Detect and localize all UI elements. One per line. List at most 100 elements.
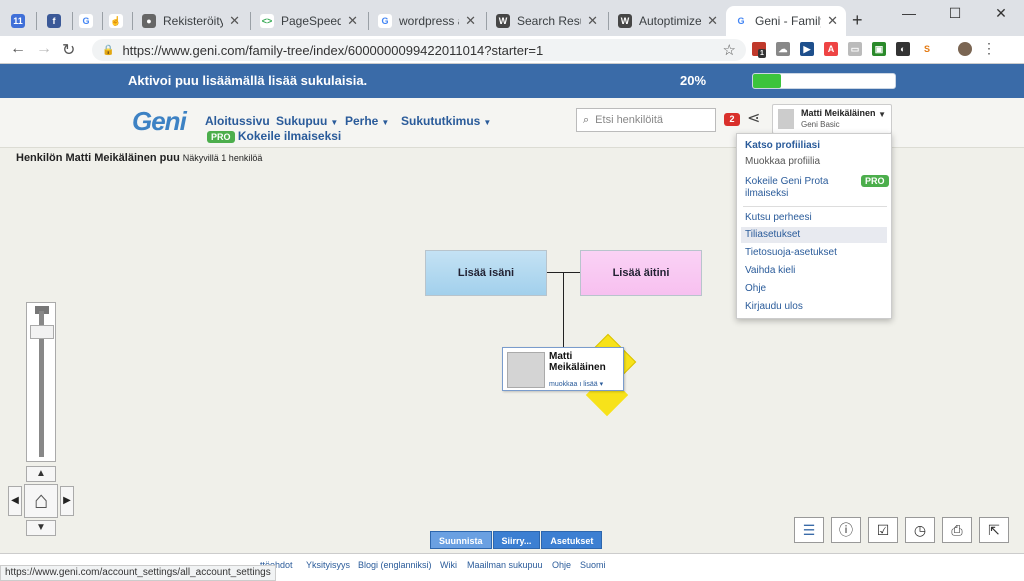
person-card[interactable]: Matti Meikäläinen muokkaa ı lisää ▾ — [502, 347, 624, 391]
reload-icon[interactable]: ↻ — [62, 40, 75, 60]
pro-badge: PRO — [207, 131, 235, 143]
footer-help-link[interactable]: Ohje — [552, 560, 571, 570]
menu-item-help[interactable]: Ohje — [745, 283, 766, 294]
tab-google[interactable]: G — [72, 6, 100, 36]
footer-language-link[interactable]: Suomi — [580, 560, 606, 570]
minimize-icon[interactable]: — — [886, 0, 932, 30]
menu-item-logout[interactable]: Kirjaudu ulos — [745, 301, 803, 312]
user-menu-button[interactable]: Matti Meikäläinen Geni Basic ▼ — [772, 104, 892, 134]
pan-right-button[interactable]: ▶ — [60, 486, 74, 516]
view-profile-link[interactable]: Katso profiiliasi — [745, 140, 820, 151]
share-icon[interactable]: ⋖ — [747, 108, 760, 128]
info-icon[interactable]: ⓘ — [831, 517, 861, 543]
wordpress-icon: W — [618, 14, 632, 28]
zoom-slider[interactable] — [26, 302, 56, 462]
add-father-button[interactable]: Lisää isäni — [425, 250, 547, 296]
pro-badge: PRO — [861, 175, 889, 187]
tree-title: Henkilön Matti Meikäläinen puu — [16, 152, 180, 164]
url-field[interactable]: 🔒 https://www.geni.com/family-tree/index… — [92, 39, 746, 61]
pan-left-button[interactable]: ◀ — [8, 486, 22, 516]
close-icon[interactable]: ✕ — [347, 13, 358, 29]
close-icon[interactable]: ✕ — [707, 13, 718, 29]
sheet-icon[interactable]: ▣ — [872, 41, 886, 56]
close-icon[interactable]: ✕ — [465, 13, 476, 29]
history-icon[interactable]: ◷ — [905, 517, 935, 543]
tab-asetukset[interactable]: Asetukset — [541, 531, 603, 549]
tree-view-icon[interactable]: ☰ — [794, 517, 824, 543]
tab-facebook[interactable]: f — [40, 6, 68, 36]
tab-search-results[interactable]: W Search Results ✕ — [488, 6, 606, 36]
menu-item-privacy[interactable]: Tietosuoja-asetukset — [745, 247, 837, 258]
user-plan: Geni Basic — [801, 120, 840, 129]
menu-item-invite[interactable]: Kutsu perheesi — [745, 212, 812, 223]
eye-icon[interactable]: ◐ — [896, 41, 910, 56]
profile-avatar-icon[interactable] — [958, 41, 972, 56]
search-input[interactable]: ⌕ Etsi henkilöitä — [576, 108, 716, 132]
activation-text: Aktivoi puu lisäämällä lisää sukulaisia. — [128, 73, 368, 88]
zoom-handle[interactable] — [30, 325, 54, 339]
tab-rekisteroityminen[interactable]: ● Rekisteröitymin ✕ — [134, 6, 248, 36]
nav-perhe[interactable]: Perhe ▼ — [345, 114, 389, 128]
add-mother-button[interactable]: Lisää äitini — [580, 250, 702, 296]
tab-wordpress-add[interactable]: Gwordpress add ✕ — [370, 6, 484, 36]
close-icon[interactable]: ✕ — [229, 13, 240, 29]
person-last-name: Meikäläinen — [549, 362, 606, 373]
s-icon[interactable]: S — [920, 41, 934, 56]
menu-dots-icon[interactable]: ⋮ — [982, 40, 996, 57]
tree-heading: Henkilön Matti Meikäläinen puu Näkyvillä … — [16, 152, 262, 164]
tab-label: Rekisteröitymin — [163, 14, 224, 28]
try-free-label: Kokeile ilmaiseksi — [237, 129, 342, 143]
tab-hand[interactable]: ☝ — [102, 6, 130, 36]
google-icon: G — [734, 14, 748, 28]
footer-privacy-link[interactable]: Yksityisyys — [306, 560, 350, 570]
print-icon[interactable]: ⎙ — [942, 517, 972, 543]
tab-pagespeed[interactable]: <> PageSpeed Insi ✕ — [252, 6, 366, 36]
nav-label: Perhe — [345, 114, 379, 128]
bookmark-star-icon[interactable]: ☆ — [723, 41, 736, 59]
calendar-icon: 11 — [11, 14, 25, 28]
extensions: 1 ☁ ▶ A ▭ ▣ ◐ S ⋮ — [752, 40, 996, 58]
close-window-icon[interactable]: ✕ — [978, 0, 1024, 30]
menu-item-account-settings[interactable]: Tiliasetukset — [741, 227, 887, 243]
new-tab-button[interactable]: + — [852, 10, 863, 31]
footer-wiki-link[interactable]: Wiki — [440, 560, 457, 570]
try-pro-link[interactable]: Kokeile Geni Prota ilmaiseksi — [745, 176, 845, 200]
pan-up-button[interactable]: ▲ — [26, 466, 56, 482]
nav-sukupuu[interactable]: Sukupuu ▼ — [276, 114, 338, 128]
export-icon[interactable]: ⇱ — [979, 517, 1009, 543]
tab-suunnista[interactable]: Suunnista — [430, 531, 492, 549]
tab-siirry[interactable]: Siirry... — [492, 531, 541, 549]
cloud-icon[interactable]: ☁ — [776, 41, 790, 56]
menu-item-language[interactable]: Vaihda kieli — [745, 265, 795, 276]
window-icon[interactable]: ▭ — [848, 41, 862, 56]
maximize-icon[interactable]: ☐ — [932, 0, 978, 30]
tab-autoptimize[interactable]: W Autoptimize – V ✕ — [610, 6, 726, 36]
nav-aloitussivu[interactable]: Aloitussivu — [205, 114, 270, 128]
pan-down-button[interactable]: ▼ — [26, 520, 56, 536]
notification-badge[interactable]: 2 — [724, 113, 740, 126]
close-icon[interactable]: ✕ — [587, 13, 598, 29]
footer-world-tree-link[interactable]: Maailman sukupuu — [467, 560, 543, 570]
geni-logo[interactable]: Geni — [132, 106, 187, 137]
close-icon[interactable]: ✕ — [827, 13, 838, 29]
tab-calendar[interactable]: 11 — [4, 6, 32, 36]
browser-tab-bar: 11 f G ☝ ● Rekisteröitymin ✕ <> PageSpeed I… — [0, 0, 1024, 36]
footer-blog-link[interactable]: Blogi (englanniksi) — [358, 560, 432, 570]
play-icon[interactable]: ▶ — [800, 41, 814, 56]
tree-tools: ☰ ⓘ ☑ ◷ ⎙ ⇱ — [794, 517, 1009, 543]
chevron-down-icon: ▼ — [483, 118, 492, 127]
tab-geni[interactable]: G Geni - Family Tr ✕ — [726, 6, 846, 36]
pdf-icon[interactable]: A — [824, 41, 838, 56]
back-icon[interactable]: ← — [10, 40, 26, 58]
status-url: https://www.geni.com/account_settings/al… — [0, 565, 276, 581]
forward-icon[interactable]: → — [36, 40, 52, 58]
checklist-icon[interactable]: ☑ — [868, 517, 898, 543]
home-icon[interactable]: ⌂ — [24, 484, 58, 518]
url-text: https://www.geni.com/family-tree/index/6… — [122, 42, 544, 58]
person-actions-link[interactable]: muokkaa ı lisää ▾ — [549, 380, 603, 388]
search-placeholder: Etsi henkilöitä — [595, 114, 664, 126]
nav-sukututkimus[interactable]: Sukututkimus ▼ — [401, 114, 491, 128]
extension-red-icon[interactable]: 1 — [752, 41, 766, 58]
try-free-link[interactable]: PRO Kokeile ilmaiseksi — [207, 129, 341, 143]
edit-profile-link[interactable]: Muokkaa profiilia — [745, 156, 820, 167]
